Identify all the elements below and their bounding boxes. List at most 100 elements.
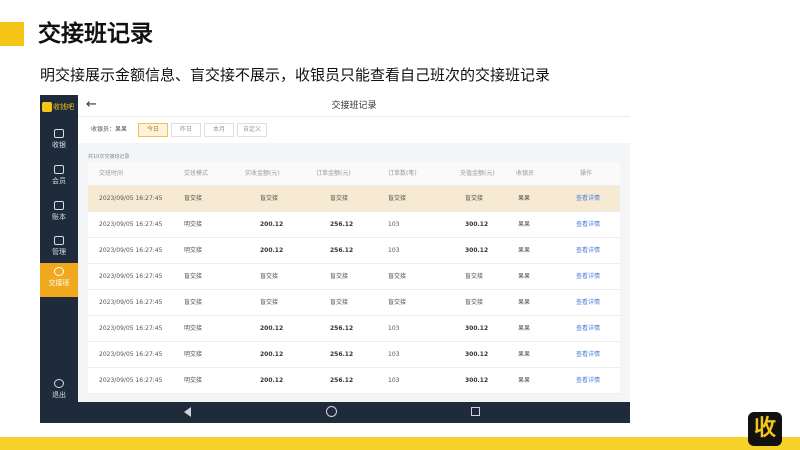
android-nav-bar [40, 402, 630, 423]
sidebar-item-manage[interactable]: 管理 [40, 232, 78, 266]
cell-order-amount: 256.12 [330, 325, 354, 332]
footer-accent-bar [0, 437, 800, 450]
cell-order-count: 103 [388, 221, 400, 228]
cell-order-count: 盲交接 [388, 195, 407, 202]
cell-order-amount: 256.12 [330, 221, 354, 228]
view-details-link[interactable]: 查看详情 [576, 316, 600, 342]
ledger-icon [54, 201, 64, 210]
cell-received: 200.12 [260, 377, 284, 384]
cell-order-amount: 256.12 [330, 351, 354, 358]
handover-icon [54, 267, 64, 276]
view-details-link[interactable]: 查看详情 [576, 290, 600, 316]
column-header: 实收金额(元) [245, 170, 280, 177]
tablet-screen: 收钱吧 收银 会员 账本 管理 交接班 退出 ← 交接班记录 收银员：果果 今日… [40, 95, 630, 423]
title-accent-square [0, 22, 24, 46]
filter-bar: 收银员：果果 今日 昨日 本月 自定义 [78, 117, 630, 143]
sidebar-item-register[interactable]: 收银 [40, 125, 78, 159]
table-row[interactable]: 2023/09/05 16:27:45 明交接 200.12 256.12 10… [88, 212, 620, 238]
sidebar-item-ledger[interactable]: 账本 [40, 197, 78, 231]
app-header: ← 交接班记录 [78, 95, 630, 117]
cell-order-count: 103 [388, 351, 400, 358]
column-header: 充值金额(元) [460, 170, 495, 177]
android-back-icon[interactable] [184, 407, 191, 417]
cell-mode: 明交接 [184, 325, 203, 332]
cell-time: 2023/09/05 16:27:45 [99, 247, 163, 254]
cell-time: 2023/09/05 16:27:45 [99, 325, 163, 332]
cell-recharge: 300.12 [465, 351, 489, 358]
column-header: 订单金额(元) [316, 170, 351, 177]
table-row[interactable]: 2023/09/05 16:27:45 明交接 200.12 256.12 10… [88, 316, 620, 342]
cell-order-count: 盲交接 [388, 273, 407, 280]
cell-cashier: 果果 [518, 299, 531, 306]
handover-table: 交班时间 交班模式 实收金额(元) 订单金额(元) 订单数(笔) 充值金额(元)… [88, 162, 620, 394]
android-home-icon[interactable] [326, 406, 337, 417]
cell-cashier: 果果 [518, 351, 531, 358]
cell-cashier: 果果 [518, 221, 531, 228]
settings-icon [54, 236, 64, 245]
cell-recharge: 300.12 [465, 221, 489, 228]
app-logo-icon [42, 102, 52, 112]
table-row[interactable]: 2023/09/05 16:27:45 明交接 200.12 256.12 10… [88, 368, 620, 394]
cell-cashier: 果果 [518, 377, 531, 384]
cell-recharge: 盲交接 [465, 195, 484, 202]
cell-time: 2023/09/05 16:27:45 [99, 273, 163, 280]
filter-custom[interactable]: 自定义 [237, 123, 267, 137]
table-row[interactable]: 2023/09/05 16:27:45 明交接 200.12 256.12 10… [88, 342, 620, 368]
view-details-link[interactable]: 查看详情 [576, 368, 600, 394]
view-details-link[interactable]: 查看详情 [576, 186, 600, 212]
cell-mode: 盲交接 [184, 195, 203, 202]
record-count: 共10次交接班记录 [88, 154, 130, 160]
app-logo: 收钱吧 [42, 101, 76, 113]
cell-time: 2023/09/05 16:27:45 [99, 351, 163, 358]
cell-time: 2023/09/05 16:27:45 [99, 195, 163, 202]
filter-today[interactable]: 今日 [138, 123, 168, 137]
slide-subtitle: 明交接展示金额信息、盲交接不展示，收银员只能查看自己班次的交接班记录 [40, 66, 551, 84]
view-details-link[interactable]: 查看详情 [576, 212, 600, 238]
cell-recharge: 盲交接 [465, 273, 484, 280]
cell-order-amount: 256.12 [330, 247, 354, 254]
column-header: 收银员 [516, 170, 535, 177]
table-header: 交班时间 交班模式 实收金额(元) 订单金额(元) 订单数(笔) 充值金额(元)… [88, 162, 620, 186]
sidebar-item-label: 退出 [52, 391, 66, 399]
app-name: 收钱吧 [53, 103, 74, 111]
sidebar-item-handover[interactable]: 交接班 [40, 263, 78, 297]
cell-order-amount: 盲交接 [330, 273, 349, 280]
sidebar-item-label: 管理 [52, 248, 66, 256]
cell-received: 200.12 [260, 221, 284, 228]
cell-time: 2023/09/05 16:27:45 [99, 377, 163, 384]
table-row[interactable]: 2023/09/05 16:27:45 盲交接 盲交接 盲交接 盲交接 盲交接 … [88, 186, 620, 212]
sidebar: 收钱吧 收银 会员 账本 管理 交接班 退出 [40, 95, 78, 402]
sidebar-item-label: 账本 [52, 213, 66, 221]
sidebar-item-member[interactable]: 会员 [40, 161, 78, 195]
cell-received: 200.12 [260, 325, 284, 332]
page-title: 交接班记录 [331, 101, 377, 111]
cell-received: 200.12 [260, 247, 284, 254]
cell-received: 200.12 [260, 351, 284, 358]
cell-received: 盲交接 [260, 299, 279, 306]
cell-recharge: 300.12 [465, 247, 489, 254]
cell-received: 盲交接 [260, 195, 279, 202]
android-recent-apps-icon[interactable] [471, 407, 480, 416]
table-row[interactable]: 2023/09/05 16:27:45 盲交接 盲交接 盲交接 盲交接 盲交接 … [88, 264, 620, 290]
table-row[interactable]: 2023/09/05 16:27:45 盲交接 盲交接 盲交接 盲交接 盲交接 … [88, 290, 620, 316]
filter-yesterday[interactable]: 昨日 [171, 123, 201, 137]
column-header: 操作 [580, 170, 593, 177]
view-details-link[interactable]: 查看详情 [576, 342, 600, 368]
table-row[interactable]: 2023/09/05 16:27:45 明交接 200.12 256.12 10… [88, 238, 620, 264]
register-icon [54, 129, 64, 138]
cell-mode: 明交接 [184, 247, 203, 254]
cell-order-amount: 盲交接 [330, 195, 349, 202]
filter-this-month[interactable]: 本月 [204, 123, 234, 137]
slide-title: 交接班记录 [38, 21, 153, 47]
cell-recharge: 300.12 [465, 377, 489, 384]
main-content: ← 交接班记录 收银员：果果 今日 昨日 本月 自定义 共10次交接班记录 交班… [78, 95, 630, 402]
view-details-link[interactable]: 查看详情 [576, 238, 600, 264]
view-details-link[interactable]: 查看详情 [576, 264, 600, 290]
cell-mode: 盲交接 [184, 299, 203, 306]
cell-time: 2023/09/05 16:27:45 [99, 299, 163, 306]
column-header: 交班模式 [184, 170, 209, 177]
cell-cashier: 果果 [518, 273, 531, 280]
sidebar-item-label: 收银 [52, 141, 66, 149]
column-header: 交班时间 [99, 170, 124, 177]
cell-order-amount: 盲交接 [330, 299, 349, 306]
